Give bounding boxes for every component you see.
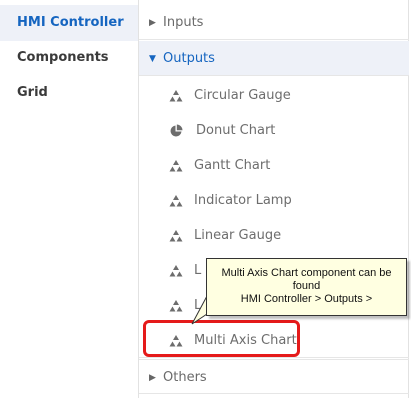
tree-group-inputs[interactable]: ▶ Inputs xyxy=(139,5,409,40)
component-icon xyxy=(169,230,183,242)
caret-right-icon: ▶ xyxy=(149,373,156,383)
highlight-box xyxy=(143,320,300,357)
sidebar-item-components[interactable]: Components xyxy=(0,40,138,76)
tree-group-outputs[interactable]: ▼ Outputs xyxy=(139,41,409,76)
tree-item-circular-gauge[interactable]: Circular Gauge xyxy=(139,78,409,113)
tree-item-label: L xyxy=(194,263,202,278)
sidebar-item-grid[interactable]: Grid xyxy=(0,75,138,111)
tree-item-label: Donut Chart xyxy=(196,123,276,138)
component-icon xyxy=(169,300,183,312)
caret-down-icon: ▼ xyxy=(149,54,156,64)
component-icon xyxy=(169,265,183,277)
component-icon xyxy=(169,90,183,102)
component-icon xyxy=(169,195,183,207)
tree-group-others[interactable]: ▶ Others xyxy=(139,359,409,394)
tree-item-label: Linear Gauge xyxy=(194,228,282,243)
sidebar-item-hmi-controller[interactable]: HMI Controller xyxy=(0,5,138,41)
tree-item-label: Indicator Lamp xyxy=(194,193,292,208)
callout-line-2: HMI Controller > Outputs > xyxy=(240,293,373,305)
tree-group-label: Inputs xyxy=(163,15,204,30)
tree-item-gantt-chart[interactable]: Gantt Chart xyxy=(139,148,409,183)
sidebar: HMI Controller Components Grid xyxy=(0,0,139,398)
tree-group-label: Outputs xyxy=(163,51,215,66)
component-icon xyxy=(169,160,183,172)
tree-group-label: Others xyxy=(163,370,207,385)
callout-line-1: Multi Axis Chart component can be found xyxy=(221,267,392,292)
caret-right-icon: ▶ xyxy=(149,18,156,28)
tree-item-donut-chart[interactable]: Donut Chart xyxy=(139,113,409,148)
tree-item-linear-gauge[interactable]: Linear Gauge xyxy=(139,218,409,253)
pie-chart-icon xyxy=(170,124,183,137)
tree-item-label: Gantt Chart xyxy=(194,158,271,173)
tree-item-label: Circular Gauge xyxy=(194,88,291,103)
window: HMI Controller Components Grid ▶ Inputs … xyxy=(0,0,411,398)
tree-item-indicator-lamp[interactable]: Indicator Lamp xyxy=(139,183,409,218)
callout-tooltip: Multi Axis Chart component can be found … xyxy=(206,258,407,316)
